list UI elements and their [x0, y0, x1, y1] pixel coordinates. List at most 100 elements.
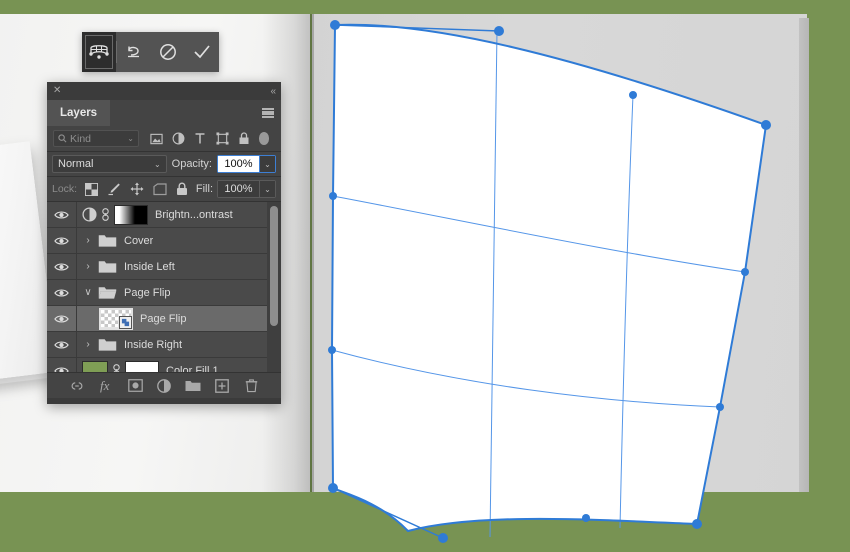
- layer-visibility-toggle[interactable]: [47, 202, 77, 227]
- warp-anchor-left-upper[interactable]: [329, 192, 337, 200]
- warp-anchor-bottom-mid[interactable]: [582, 514, 590, 522]
- adjustment-filter-icon[interactable]: [168, 129, 188, 149]
- reset-glyph: [128, 46, 139, 58]
- mask-link-icon[interactable]: [112, 363, 121, 372]
- layer-row[interactable]: › Cover: [47, 228, 281, 254]
- layer-mask-thumbnail[interactable]: [114, 204, 148, 225]
- panel-tab-row: Layers: [47, 100, 281, 126]
- tab-layers[interactable]: Layers: [47, 100, 111, 126]
- cancel-icon[interactable]: [151, 32, 185, 72]
- opacity-input[interactable]: 100%: [218, 156, 259, 172]
- delete-layer-icon[interactable]: [242, 377, 260, 395]
- layer-visibility-toggle[interactable]: [47, 254, 77, 279]
- layer-body: Brightn...ontrast: [77, 204, 281, 225]
- filter-enable-toggle[interactable]: [259, 132, 269, 145]
- layer-row[interactable]: Page Flip: [47, 306, 281, 332]
- layer-visibility-toggle[interactable]: [47, 280, 77, 305]
- lock-row: Lock: Fill: 100% ⌄: [47, 177, 281, 202]
- layer-body: ∨ Page Flip: [77, 285, 281, 300]
- layer-row[interactable]: › Inside Right: [47, 332, 281, 358]
- layer-visibility-toggle[interactable]: [47, 332, 77, 357]
- layers-scrollbar-thumb[interactable]: [270, 206, 278, 326]
- layer-filter-row: Kind ⌄: [47, 126, 281, 152]
- layer-row[interactable]: ∨ Page Flip: [47, 280, 281, 306]
- layer-mask-thumbnail[interactable]: [125, 360, 159, 372]
- lock-transparency-icon[interactable]: [82, 180, 101, 199]
- chevron-right-icon[interactable]: ›: [82, 261, 94, 272]
- layer-body: › Inside Left: [77, 259, 281, 274]
- eye-icon: [54, 366, 69, 372]
- blend-mode-select[interactable]: Normal ⌄: [52, 155, 167, 173]
- collapse-icon[interactable]: «: [270, 86, 275, 97]
- layers-panel: ✕ « Layers Kind ⌄ Normal ⌄ Opacity: 100%…: [47, 82, 281, 404]
- smartobject-filter-icon[interactable]: [234, 129, 254, 149]
- cancel-glyph: [160, 44, 176, 60]
- warp-anchor-topleft[interactable]: [330, 20, 340, 30]
- shape-filter-icon[interactable]: [212, 129, 232, 149]
- warp-handle-topleft[interactable]: [494, 26, 504, 36]
- layer-name: Inside Left: [124, 260, 175, 273]
- adjustment-layer-icon[interactable]: [155, 377, 173, 395]
- layer-name: Brightn...ontrast: [155, 208, 233, 221]
- lock-label: Lock:: [52, 183, 78, 195]
- layer-style-icon[interactable]: fx: [97, 377, 115, 395]
- layer-name: Cover: [124, 234, 154, 247]
- chevron-down-icon[interactable]: ∨: [82, 287, 94, 298]
- warp-grid-icon[interactable]: [82, 32, 116, 72]
- layers-list[interactable]: Brightn...ontrast › Cover › Inside Left ∨ Page…: [47, 202, 281, 372]
- filter-kind-label: Kind: [70, 132, 92, 145]
- fill-chevron-down-icon[interactable]: ⌄: [259, 181, 275, 197]
- warp-anchor-top-mid[interactable]: [629, 91, 637, 99]
- warp-anchor-topright[interactable]: [761, 120, 771, 130]
- lock-pixels-icon[interactable]: [105, 180, 124, 199]
- panel-titlebar: ✕ «: [47, 82, 281, 100]
- layer-visibility-toggle[interactable]: [47, 306, 77, 331]
- layer-row[interactable]: › Inside Left: [47, 254, 281, 280]
- eye-icon: [54, 288, 69, 297]
- fill-input[interactable]: 100%: [218, 181, 259, 197]
- layer-color-swatch[interactable]: [82, 360, 108, 372]
- commit-glyph: [194, 45, 210, 59]
- folder-closed-icon: [98, 261, 117, 273]
- layer-visibility-toggle[interactable]: [47, 228, 77, 253]
- blend-mode-row: Normal ⌄ Opacity: 100% ⌄: [47, 152, 281, 177]
- folder-closed-icon: [98, 235, 117, 247]
- layer-row[interactable]: Brightn...ontrast: [47, 202, 281, 228]
- mask-link-icon[interactable]: [101, 207, 110, 222]
- lock-position-icon[interactable]: [128, 180, 147, 199]
- layer-row[interactable]: Color Fill 1: [47, 358, 281, 372]
- eye-icon: [54, 314, 69, 323]
- chevron-right-icon[interactable]: ›: [82, 235, 94, 246]
- warp-anchor-bottomleft[interactable]: [328, 483, 338, 493]
- layer-visibility-toggle[interactable]: [47, 358, 77, 372]
- chevron-right-icon[interactable]: ›: [82, 339, 94, 350]
- lock-all-icon[interactable]: [173, 180, 192, 199]
- reset-icon[interactable]: [117, 32, 151, 72]
- eye-icon: [54, 210, 69, 219]
- new-layer-icon[interactable]: [213, 377, 231, 395]
- opacity-chevron-down-icon[interactable]: ⌄: [259, 156, 275, 172]
- layer-name: Page Flip: [140, 312, 187, 325]
- layer-thumbnail[interactable]: [99, 307, 133, 330]
- warp-anchor-right-upper[interactable]: [741, 268, 749, 276]
- layer-body: › Inside Right: [77, 337, 281, 352]
- lock-artboard-icon[interactable]: [150, 180, 169, 199]
- warp-anchor-right-lower[interactable]: [716, 403, 724, 411]
- commit-icon[interactable]: [185, 32, 219, 72]
- warp-anchor-left-lower[interactable]: [328, 346, 336, 354]
- pixel-filter-icon[interactable]: [146, 129, 166, 149]
- new-group-icon[interactable]: [184, 377, 202, 395]
- fill-control: 100% ⌄: [217, 180, 276, 198]
- photoshop-canvas-workspace: ✕ « Layers Kind ⌄ Normal ⌄ Opacity: 100%…: [0, 0, 850, 552]
- layer-mask-icon[interactable]: [126, 377, 144, 395]
- opacity-control: 100% ⌄: [217, 155, 276, 173]
- close-icon[interactable]: ✕: [53, 86, 61, 96]
- warp-handle-bottomleft[interactable]: [438, 533, 448, 543]
- warp-anchor-bottomright[interactable]: [692, 519, 702, 529]
- type-filter-icon[interactable]: [190, 129, 210, 149]
- filter-kind-select[interactable]: Kind ⌄: [53, 130, 139, 147]
- panel-menu-icon[interactable]: [262, 108, 274, 118]
- link-layers-icon[interactable]: [68, 377, 86, 395]
- layers-panel-footer: fx: [47, 372, 281, 398]
- layer-body: Page Flip: [77, 307, 281, 330]
